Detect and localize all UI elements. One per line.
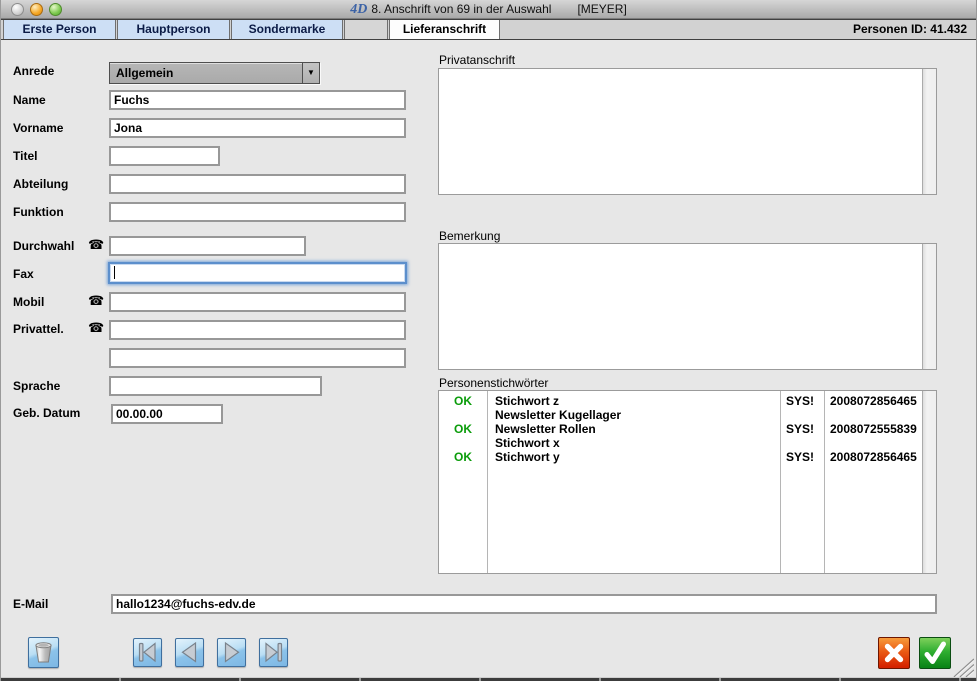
list-item[interactable]: Stichwort x: [439, 436, 921, 450]
status-badge: OK: [439, 394, 487, 408]
personenstichwoerter-label: Personenstichwörter: [439, 376, 548, 390]
vorname-label: Vorname: [13, 121, 63, 135]
funktion-input[interactable]: [109, 202, 406, 222]
list-item[interactable]: OK Newsletter Rollen SYS! 2008072555839: [439, 422, 921, 436]
tab-bar: Erste Person Hauptperson Sondermarke Lie…: [1, 19, 976, 40]
text-caret: [114, 266, 115, 279]
anrede-dropdown-value: Allgemein: [116, 63, 301, 83]
durchwahl-input[interactable]: [109, 236, 306, 256]
name-input[interactable]: [109, 90, 406, 110]
delete-record-button[interactable]: [28, 637, 59, 668]
list-item[interactable]: Newsletter Kugellager: [439, 408, 921, 422]
cancel-x-icon: [879, 638, 909, 668]
number-cell: 2008072555839: [824, 422, 921, 436]
anrede-dropdown[interactable]: Allgemein ▼: [109, 62, 320, 84]
anrede-label: Anrede: [13, 64, 54, 78]
privattel2-input[interactable]: [109, 348, 406, 368]
tab-erste-person[interactable]: Erste Person: [3, 20, 116, 39]
next-record-button[interactable]: [217, 638, 246, 667]
fax-label: Fax: [13, 267, 34, 281]
window-bottom-edge: [1, 677, 976, 681]
privatanschrift-textarea[interactable]: [438, 68, 937, 195]
resize-grip[interactable]: [952, 658, 974, 677]
person-id-label: Personen ID: 41.432: [853, 20, 967, 39]
sys-cell: SYS!: [780, 394, 824, 408]
number-cell: 2008072856465: [824, 394, 921, 408]
sys-cell: [780, 408, 824, 422]
mobil-input[interactable]: [109, 292, 406, 312]
email-label: E-Mail: [13, 597, 48, 611]
status-badge: OK: [439, 450, 487, 464]
last-record-icon: [260, 639, 287, 666]
privattel-input[interactable]: [109, 320, 406, 340]
confirm-check-icon: [920, 638, 950, 668]
previous-record-button[interactable]: [175, 638, 204, 667]
window-title-text: 8. Anschrift von 69 in der Auswahl: [371, 2, 551, 16]
mobil-label: Mobil: [13, 295, 44, 309]
number-cell: [824, 408, 921, 422]
keyword-cell: Newsletter Rollen: [487, 422, 780, 436]
first-record-button[interactable]: [133, 638, 162, 667]
titel-input[interactable]: [109, 146, 220, 166]
sys-cell: SYS!: [780, 450, 824, 464]
next-record-icon: [218, 639, 245, 666]
durchwahl-label: Durchwahl: [13, 239, 74, 253]
personenstichwoerter-list[interactable]: OK Stichwort z SYS! 2008072856465 Newsle…: [438, 390, 937, 574]
bemerkung-textarea[interactable]: [438, 243, 937, 370]
titlebar: 4D 8. Anschrift von 69 in der Auswahl [MEY…: [1, 0, 976, 19]
last-record-button[interactable]: [259, 638, 288, 667]
keyword-cell: Stichwort y: [487, 450, 780, 464]
keyword-rows: OK Stichwort z SYS! 2008072856465 Newsle…: [439, 394, 921, 464]
titel-label: Titel: [13, 149, 37, 163]
4d-logo-icon: 4D: [350, 2, 367, 17]
status-badge: [439, 408, 487, 422]
abteilung-label: Abteilung: [13, 177, 68, 191]
privattel-label: Privattel.: [13, 322, 64, 336]
tab-lieferanschrift[interactable]: Lieferanschrift: [389, 20, 500, 39]
trash-icon: [29, 638, 58, 667]
sprache-input[interactable]: [109, 376, 322, 396]
tab-hauptperson[interactable]: Hauptperson: [117, 20, 230, 39]
phone-icon: ☎: [88, 238, 104, 251]
funktion-label: Funktion: [13, 205, 64, 219]
vorname-input[interactable]: [109, 118, 406, 138]
tab-sondermarke[interactable]: Sondermarke: [231, 20, 343, 39]
tab-spacer: [344, 20, 388, 39]
window-title-owner: [MEYER]: [577, 2, 626, 16]
abteilung-input[interactable]: [109, 174, 406, 194]
keyword-cell: Newsletter Kugellager: [487, 408, 780, 422]
chevron-down-icon: ▼: [302, 63, 319, 83]
window-title: 4D 8. Anschrift von 69 in der Auswahl [MEY…: [1, 0, 976, 19]
list-item[interactable]: OK Stichwort y SYS! 2008072856465: [439, 450, 921, 464]
cancel-button[interactable]: [878, 637, 910, 669]
geb-datum-label: Geb. Datum: [13, 406, 80, 420]
scrollbar[interactable]: [922, 244, 936, 369]
phone-icon: ☎: [88, 321, 104, 334]
number-cell: [824, 436, 921, 450]
number-cell: 2008072856465: [824, 450, 921, 464]
name-label: Name: [13, 93, 46, 107]
confirm-button[interactable]: [919, 637, 951, 669]
scrollbar[interactable]: [922, 69, 936, 194]
status-badge: [439, 436, 487, 450]
email-input[interactable]: [111, 594, 937, 614]
bemerkung-label: Bemerkung: [439, 229, 500, 243]
fax-input[interactable]: [108, 262, 407, 284]
sys-cell: [780, 436, 824, 450]
geb-datum-input[interactable]: [111, 404, 223, 424]
list-item[interactable]: OK Stichwort z SYS! 2008072856465: [439, 394, 921, 408]
app-window: 4D 8. Anschrift von 69 in der Auswahl [MEY…: [0, 0, 977, 681]
keyword-cell: Stichwort x: [487, 436, 780, 450]
keyword-cell: Stichwort z: [487, 394, 780, 408]
scrollbar[interactable]: [922, 391, 936, 573]
sys-cell: SYS!: [780, 422, 824, 436]
sprache-label: Sprache: [13, 379, 60, 393]
first-record-icon: [134, 639, 161, 666]
phone-icon: ☎: [88, 294, 104, 307]
status-badge: OK: [439, 422, 487, 436]
previous-record-icon: [176, 639, 203, 666]
privatanschrift-label: Privatanschrift: [439, 53, 515, 67]
